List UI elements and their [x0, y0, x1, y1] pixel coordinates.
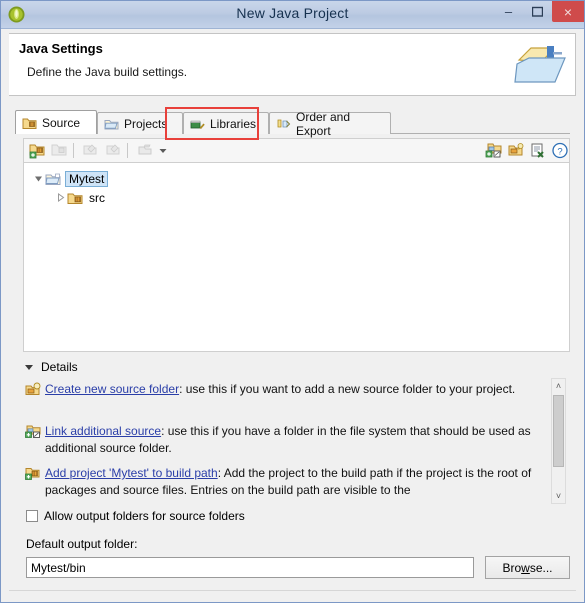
tab-order-and-export[interactable]: Order and Export [269, 110, 391, 138]
scrollbar-thumb[interactable] [553, 395, 564, 467]
svg-text:?: ? [557, 146, 562, 157]
add-project-to-build-path-icon [25, 466, 41, 480]
minimize-icon: – [504, 4, 513, 19]
tree-node-src[interactable]: src [54, 189, 107, 206]
page-subtitle: Define the Java build settings. [27, 65, 188, 79]
close-icon: × [563, 3, 573, 20]
toolbar-separator [73, 143, 74, 158]
default-output-folder-input[interactable]: Mytest/bin [26, 557, 474, 578]
toolbar-separator-2 [127, 143, 128, 158]
chevron-down-icon[interactable] [157, 142, 169, 159]
bottom-divider [9, 590, 576, 591]
collapse-triangle-icon[interactable] [32, 172, 45, 185]
wizard-header: Java Settings Define the Java build sett… [9, 33, 576, 96]
configure-icon [136, 142, 154, 159]
scroll-up-icon[interactable]: ˄ [552, 379, 565, 393]
order-export-icon [276, 117, 291, 131]
allow-output-folders-row[interactable]: Allow output folders for source folders [26, 509, 245, 523]
remove-entry-icon[interactable] [529, 142, 547, 159]
browse-button[interactable]: Browse... [485, 556, 570, 579]
link-additional-source-icon [25, 424, 41, 438]
java-project-wizard-icon [511, 38, 569, 92]
new-java-project-dialog: New Java Project – × Java Settings Defin… [0, 0, 585, 603]
project-folder-icon [45, 172, 61, 186]
tab-source[interactable]: Source [15, 110, 97, 134]
scroll-down-icon[interactable]: ˅ [552, 489, 565, 503]
edit-exclusion-icon [104, 142, 122, 159]
minimize-button[interactable]: – [493, 1, 524, 22]
expand-triangle-icon[interactable] [54, 191, 67, 204]
add-project-to-build-path-link[interactable]: Add project 'Mytest' to build path [45, 466, 218, 480]
tab-strip: Source Projects Libraries Order and Expo… [15, 110, 570, 138]
source-folder-icon [22, 116, 37, 130]
tab-projects[interactable]: Projects [97, 112, 183, 134]
link-additional-source-link[interactable]: Link additional source [45, 424, 161, 438]
source-toolbar: ? [23, 138, 570, 162]
tab-order-export-label: Order and Export [296, 109, 351, 138]
detail-link-additional-source: Link additional source: use this if you … [25, 423, 542, 457]
add-folder-icon[interactable] [29, 142, 47, 159]
source-folder-icon [67, 191, 83, 205]
tree-node-project[interactable]: Mytest [32, 170, 109, 187]
browse-button-label: Browse... [502, 560, 553, 575]
detail-create-new-source-folder: Create new source folder: use this if yo… [25, 381, 542, 398]
dialog-content: Source Projects Libraries Order and Expo… [1, 97, 584, 602]
tab-source-label: Source [42, 115, 81, 130]
details-scrollbar[interactable]: ˄ ˅ [551, 378, 566, 504]
detail-add-project-to-build-path: Add project 'Mytest' to build path: Add … [25, 465, 542, 499]
tab-libraries[interactable]: Libraries [183, 112, 269, 134]
tab-libraries-label: Libraries [210, 116, 257, 131]
help-icon[interactable]: ? [551, 142, 569, 159]
details-label: Details [41, 360, 78, 374]
maximize-button[interactable] [522, 1, 553, 22]
default-output-folder-value: Mytest/bin [31, 560, 86, 575]
source-folders-tree[interactable]: Mytest src [23, 162, 570, 352]
create-new-folder-icon[interactable] [507, 142, 525, 159]
detail-1-text: : use this if you want to add a new sour… [179, 382, 516, 396]
details-text-area: Create new source folder: use this if yo… [23, 378, 570, 509]
projects-icon [104, 117, 119, 131]
title-bar: New Java Project – × [1, 1, 584, 29]
edit-filter-icon [81, 142, 99, 159]
tab-projects-label: Projects [124, 116, 168, 131]
default-output-folder-label: Default output folder: [26, 537, 138, 551]
close-button[interactable]: × [552, 1, 584, 22]
libraries-icon [190, 117, 205, 131]
maximize-icon [522, 1, 553, 22]
details-collapse-triangle-icon[interactable] [23, 361, 35, 373]
tree-node-src-label: src [89, 190, 105, 205]
tree-node-project-label: Mytest [65, 170, 109, 187]
details-section-header[interactable]: Details [23, 360, 78, 374]
allow-output-folders-checkbox[interactable] [26, 510, 38, 522]
create-new-source-folder-icon [25, 382, 41, 396]
allow-output-folders-label: Allow output folders for source folders [44, 509, 245, 523]
create-new-source-folder-link[interactable]: Create new source folder [45, 382, 179, 396]
page-title: Java Settings [19, 41, 103, 56]
add-source-folder-icon [50, 142, 68, 159]
link-source-icon[interactable] [485, 142, 503, 159]
